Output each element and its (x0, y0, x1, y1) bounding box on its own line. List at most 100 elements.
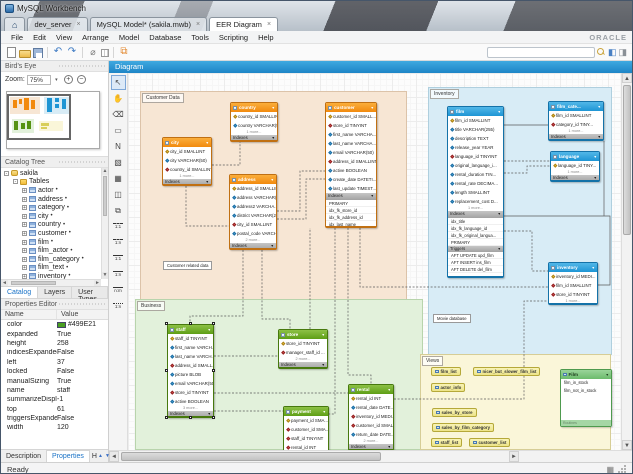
rel-n-m-identifying-tool[interactable]: n:m (111, 283, 126, 298)
tree-vscroll-thumb[interactable] (103, 176, 107, 216)
table-header[interactable]: payment▼ (284, 407, 328, 416)
layer-tool[interactable]: ▭ (111, 123, 126, 138)
selection-handle[interactable] (212, 416, 215, 419)
expand-icon[interactable]: + (22, 214, 27, 219)
selection-handle[interactable] (212, 369, 215, 372)
tree-item-city[interactable]: +city• (1, 212, 101, 221)
collapse-arrow-icon[interactable]: ▼ (606, 373, 609, 377)
property-row-summarizedisplay[interactable]: summarizeDisplay-1 (1, 395, 108, 404)
zoom-out-icon[interactable]: − (77, 75, 86, 84)
table-header[interactable]: store▼ (279, 330, 327, 339)
tab-dev-server[interactable]: dev_server× (27, 17, 87, 31)
collapse-arrow-icon[interactable]: ▼ (272, 106, 275, 110)
property-row-left[interactable]: left37 (1, 358, 108, 367)
canvas-horizontal-scrollbar[interactable]: ◄ ► (109, 450, 632, 462)
tab-user-types[interactable]: User Types (72, 287, 108, 298)
view-actor-info[interactable]: actor_info (431, 383, 465, 392)
menu-view[interactable]: View (51, 33, 77, 42)
image-tool[interactable]: ▧ (111, 155, 126, 170)
table-header[interactable]: country▼ (231, 103, 277, 112)
expand-icon[interactable]: + (22, 257, 27, 262)
table-header[interactable]: inventory▼ (549, 263, 597, 272)
view-staff-list[interactable]: staff_list (431, 438, 462, 447)
collapse-arrow-icon[interactable]: ▼ (208, 328, 211, 332)
grid-toggle-icon[interactable]: ▦ (606, 465, 614, 474)
menu-arrange[interactable]: Arrange (77, 33, 114, 42)
expand-icon[interactable]: + (22, 197, 27, 202)
er-table-film[interactable]: film▼film_id SMALLINTtitle VARCHAR(255)d… (447, 106, 504, 278)
tree-item-sakila[interactable]: -sakila (1, 169, 101, 178)
note-customer-related-data[interactable]: Customer related data (163, 261, 212, 270)
er-table-inventory[interactable]: inventory▼inventory_id MEDI...film_id SM… (548, 262, 598, 305)
routine-film-in-stock[interactable]: film_in_stock (561, 379, 611, 387)
collapse-icon[interactable]: - (4, 171, 9, 176)
expand-icon[interactable]: + (22, 248, 27, 253)
close-icon[interactable]: × (196, 21, 200, 28)
canvas-vscroll-thumb[interactable] (623, 85, 631, 235)
table-header[interactable]: city▼ (163, 138, 211, 147)
er-table-language[interactable]: language▼language_id TINY...1 more...Ind… (550, 151, 600, 182)
view-nicer-but-slower-film-list[interactable]: nicer_but_slower_film_list (473, 367, 540, 376)
tree-item-category[interactable]: +category• (1, 203, 101, 212)
collapse-arrow-icon[interactable]: ▼ (271, 178, 274, 182)
er-table-film_category[interactable]: film_cate...▼film_id SMALLINTcategory_id… (548, 101, 604, 141)
scroll-left-icon[interactable]: ◄ (1, 280, 8, 286)
expand-icon[interactable]: + (22, 205, 27, 210)
note-movie-database[interactable]: Movie database (433, 314, 471, 323)
table-tool[interactable]: ▦ (111, 171, 126, 186)
view-sales-by-film-category[interactable]: sales_by_film_category (432, 423, 494, 432)
tab-properties[interactable]: Properties (46, 450, 90, 462)
toggle-left-panel-icon[interactable]: ◧ (608, 46, 617, 58)
menu-file[interactable]: File (6, 33, 28, 42)
tab-catalog[interactable]: Catalog (1, 287, 38, 298)
tree-item-tables[interactable]: -Tables (1, 178, 101, 187)
er-table-store[interactable]: store▼store_id TINYINTmanager_staff_id .… (278, 329, 328, 369)
property-row-indicesexpanded[interactable]: indicesExpandedFalse (1, 348, 108, 357)
canvas-vertical-scrollbar[interactable]: ▲ ▼ (621, 73, 632, 450)
undo-icon[interactable] (52, 46, 64, 58)
view-tool[interactable]: ◫ (111, 187, 126, 202)
property-row-height[interactable]: height258 (1, 339, 108, 348)
er-table-rental[interactable]: rental▼rental_id INTrental_date DATE...i… (348, 384, 394, 450)
expand-icon[interactable]: + (22, 240, 27, 245)
view-customer-list[interactable]: customer_list (469, 438, 510, 447)
canvas-scroll-left-icon[interactable]: ◄ (109, 451, 119, 462)
table-header[interactable]: address▼ (230, 175, 276, 184)
eraser-tool[interactable]: ⌫ (111, 107, 126, 122)
tab-mysql-model-sakila-mwb[interactable]: MySQL Model* (sakila.mwb)× (90, 17, 207, 31)
canvas-scroll-right-icon[interactable]: ► (509, 451, 519, 462)
scroll-right-icon[interactable]: ► (94, 280, 101, 286)
table-header[interactable]: film▼ (448, 107, 503, 116)
property-row-top[interactable]: top61 (1, 405, 108, 414)
er-table-payment[interactable]: payment▼payment_id SMA...customer_id SMA… (283, 406, 329, 450)
table-header[interactable]: staff▼ (168, 325, 213, 334)
indexes-section-bar[interactable]: Indexes▼ (279, 362, 327, 369)
menu-model[interactable]: Model (114, 33, 144, 42)
view-film-list[interactable]: film_list (431, 367, 461, 376)
scroll-up-icon[interactable]: ▲ (102, 168, 108, 175)
open-model-icon[interactable] (19, 50, 31, 58)
diagram-canvas[interactable]: Customer DataInventoryBusinessViewsCusto… (128, 73, 621, 450)
property-row-triggersexpanded[interactable]: triggersExpandedFalse (1, 414, 108, 423)
routine-group-header[interactable]: Film▼ (561, 370, 611, 379)
history-up-icon[interactable]: ▲ (97, 453, 104, 459)
tree-vertical-scrollbar[interactable]: ▲ ▼ (101, 168, 108, 279)
tree-item-film-category[interactable]: +film_category• (1, 255, 101, 264)
tab-description[interactable]: Description (1, 451, 46, 462)
er-table-city[interactable]: city▼city_id SMALLINTcity VARCHAR(50)cou… (162, 137, 212, 186)
menu-tools[interactable]: Tools (186, 33, 214, 42)
collapse-arrow-icon[interactable]: ▼ (594, 155, 597, 159)
rel-1-n-identifying-tool[interactable]: 1:n (111, 267, 126, 282)
canvas-scroll-up-icon[interactable]: ▲ (622, 73, 632, 83)
grid-icon[interactable] (101, 49, 109, 57)
routine-group-film[interactable]: Film▼film_in_stockfilm_not_in_stockRouti… (560, 369, 612, 427)
selection-handle[interactable] (189, 322, 192, 325)
resize-grip[interactable] (618, 465, 626, 473)
zoom-in-icon[interactable]: + (64, 75, 73, 84)
indexes-section-bar[interactable]: Indexes▼ (349, 444, 393, 450)
menu-help[interactable]: Help (253, 33, 278, 42)
tree-item-film-actor[interactable]: +film_actor• (1, 246, 101, 255)
zoom-value-box[interactable]: 75% (27, 75, 51, 85)
er-table-staff[interactable]: staff▼staff_id TINYINTfirst_name VARCH..… (167, 324, 214, 418)
indexes-section-bar[interactable]: Indexes▼ (163, 179, 211, 186)
